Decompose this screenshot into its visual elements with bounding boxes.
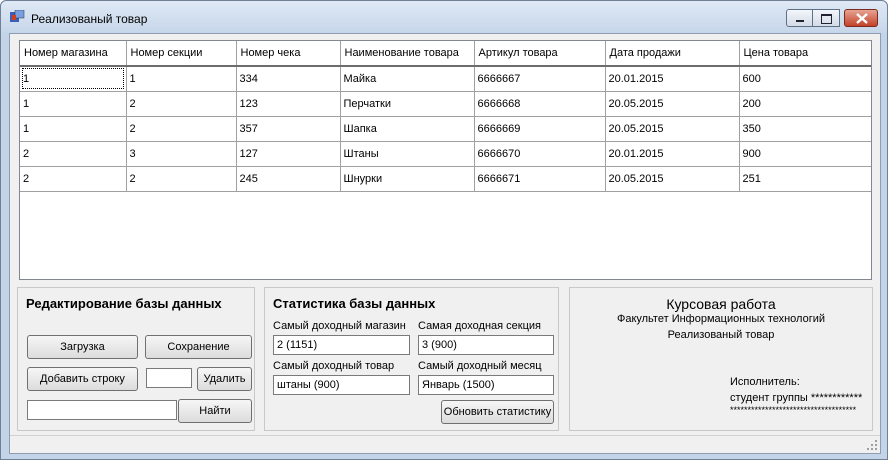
status-bar <box>10 435 880 453</box>
delete-row-input[interactable] <box>146 368 192 388</box>
table-row[interactable]: 1 2 357 Шапка 6666669 20.05.2015 350 <box>20 116 871 142</box>
delete-button[interactable]: Удалить <box>197 367 252 391</box>
table-cell[interactable]: 1 <box>20 91 127 117</box>
table-cell[interactable]: 2 <box>126 91 237 117</box>
search-input[interactable] <box>27 400 177 420</box>
table-cell[interactable]: 2 <box>126 116 237 142</box>
stats-panel: Статистика базы данных Самый доходный ма… <box>264 287 559 431</box>
main-window: Реализованый товар Номер магазина Номер … <box>0 0 888 460</box>
author-label: Исполнитель: <box>730 376 800 388</box>
table-cell[interactable]: 600 <box>739 66 871 92</box>
table-cell[interactable]: 1 <box>126 66 237 92</box>
table-cell[interactable]: 2 <box>126 166 237 192</box>
table-cell[interactable]: 900 <box>739 141 871 167</box>
table-cell[interactable]: 1 <box>20 66 127 92</box>
app-icon <box>10 10 25 22</box>
group-label: студент группы ************ <box>730 392 863 404</box>
table-cell[interactable]: 20.05.2015 <box>605 91 740 117</box>
grid-header-row: Номер магазина Номер секции Номер чека Н… <box>20 41 871 67</box>
window-title: Реализованый товар <box>31 12 148 26</box>
top-product-field[interactable]: штаны (900) <box>273 375 410 395</box>
top-section-label: Самая доходная секция <box>418 320 541 332</box>
add-row-button[interactable]: Добавить строку <box>27 367 138 391</box>
table-cell[interactable]: 1 <box>20 116 127 142</box>
edit-panel-title: Редактирование базы данных <box>26 296 222 311</box>
table-cell[interactable]: Штаны <box>340 141 475 167</box>
table-cell[interactable]: 20.05.2015 <box>605 166 740 192</box>
info-panel: Курсовая работа Факультет Информационных… <box>569 287 873 431</box>
minimize-button[interactable] <box>786 9 813 27</box>
table-cell[interactable]: 357 <box>236 116 341 142</box>
table-cell[interactable]: 3 <box>126 141 237 167</box>
table-cell[interactable]: 20.05.2015 <box>605 116 740 142</box>
table-cell[interactable]: 6666669 <box>474 116 606 142</box>
save-button[interactable]: Сохранение <box>145 335 252 359</box>
table-row[interactable]: 1 2 123 Перчатки 6666668 20.05.2015 200 <box>20 91 871 117</box>
column-header-section[interactable]: Номер секции <box>126 41 237 67</box>
table-cell[interactable]: Шнурки <box>340 166 475 192</box>
table-cell[interactable]: 200 <box>739 91 871 117</box>
faculty-label: Факультет Информационных технологий <box>616 313 826 325</box>
table-cell[interactable]: 334 <box>236 66 341 92</box>
coursework-title: Курсовая работа <box>666 296 776 312</box>
table-cell[interactable]: 20.01.2015 <box>605 141 740 167</box>
subject-label: Реализованый товар <box>667 329 775 341</box>
table-cell[interactable]: 2 <box>20 166 127 192</box>
table-cell[interactable]: 123 <box>236 91 341 117</box>
table-cell[interactable]: 127 <box>236 141 341 167</box>
top-store-label: Самый доходный магазин <box>273 320 406 332</box>
title-bar[interactable]: Реализованый товар <box>1 1 887 33</box>
table-row[interactable]: 2 3 127 Штаны 6666670 20.01.2015 900 <box>20 141 871 167</box>
close-icon <box>856 13 868 24</box>
table-cell[interactable]: Перчатки <box>340 91 475 117</box>
table-row[interactable]: 1 1 334 Майка 6666667 20.01.2015 600 <box>20 66 871 92</box>
author-name-label: ************************************ <box>730 405 857 415</box>
table-cell[interactable]: 245 <box>236 166 341 192</box>
top-month-field[interactable]: Январь (1500) <box>418 375 554 395</box>
top-store-field[interactable]: 2 (1151) <box>273 335 410 355</box>
top-product-label: Самый доходный товар <box>273 360 395 372</box>
top-section-field[interactable]: 3 (900) <box>418 335 554 355</box>
table-row[interactable]: 2 2 245 Шнурки 6666671 20.05.2015 251 <box>20 166 871 192</box>
find-button[interactable]: Найти <box>178 399 252 423</box>
table-cell[interactable]: 2 <box>20 141 127 167</box>
table-cell[interactable]: 6666668 <box>474 91 606 117</box>
resize-grip-icon[interactable] <box>866 439 878 451</box>
client-area: Номер магазина Номер секции Номер чека Н… <box>9 33 881 454</box>
column-header-price[interactable]: Цена товара <box>739 41 871 67</box>
table-cell[interactable]: 6666671 <box>474 166 606 192</box>
load-button[interactable]: Загрузка <box>27 335 138 359</box>
maximize-button[interactable] <box>813 9 840 27</box>
table-cell[interactable]: Шапка <box>340 116 475 142</box>
refresh-stats-button[interactable]: Обновить статистику <box>441 400 554 424</box>
table-cell[interactable]: 20.01.2015 <box>605 66 740 92</box>
column-header-product[interactable]: Наименование товара <box>340 41 475 67</box>
table-cell[interactable]: 6666670 <box>474 141 606 167</box>
table-cell[interactable]: 6666667 <box>474 66 606 92</box>
column-header-article[interactable]: Артикул товара <box>474 41 606 67</box>
table-cell[interactable]: 251 <box>739 166 871 192</box>
edit-panel: Редактирование базы данных Загрузка Сохр… <box>17 287 255 431</box>
stats-panel-title: Статистика базы данных <box>273 296 436 311</box>
table-cell[interactable]: 350 <box>739 116 871 142</box>
column-header-receipt[interactable]: Номер чека <box>236 41 341 67</box>
close-button[interactable] <box>844 9 878 27</box>
data-grid[interactable]: Номер магазина Номер секции Номер чека Н… <box>19 40 872 280</box>
top-month-label: Самый доходный месяц <box>418 360 542 372</box>
column-header-date[interactable]: Дата продажи <box>605 41 740 67</box>
column-header-store[interactable]: Номер магазина <box>20 41 127 67</box>
table-cell[interactable]: Майка <box>340 66 475 92</box>
